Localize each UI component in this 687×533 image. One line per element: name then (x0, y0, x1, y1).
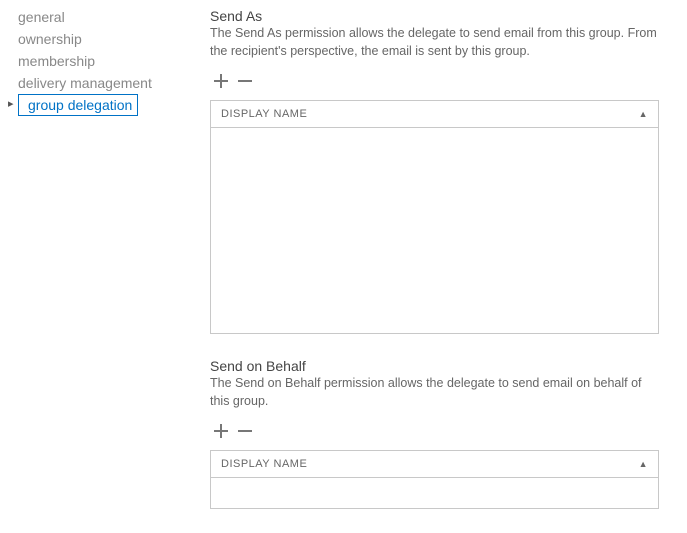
list-body-send-as[interactable] (211, 128, 658, 333)
add-button[interactable] (212, 422, 230, 440)
list-box-send-on-behalf: DISPLAY NAME ▲ (210, 450, 659, 509)
section-desc-send-on-behalf: The Send on Behalf permission allows the… (210, 375, 659, 410)
add-button[interactable] (212, 72, 230, 90)
remove-button[interactable] (236, 72, 254, 90)
column-header-label: DISPLAY NAME (221, 458, 307, 470)
toolbar-send-as (210, 70, 659, 100)
nav-item-ownership[interactable]: ownership (8, 28, 178, 50)
nav-item-group-delegation[interactable]: group delegation (18, 94, 138, 116)
column-header-label: DISPLAY NAME (221, 108, 307, 120)
list-box-send-as: DISPLAY NAME ▲ (210, 100, 659, 334)
sidebar: general ownership membership delivery ma… (8, 4, 178, 533)
toolbar-send-on-behalf (210, 420, 659, 450)
section-title-send-on-behalf: Send on Behalf (210, 358, 659, 374)
main-content: Send As The Send As permission allows th… (178, 4, 687, 533)
plus-icon (214, 424, 228, 438)
list-header-send-on-behalf[interactable]: DISPLAY NAME ▲ (211, 451, 658, 478)
sort-asc-icon: ▲ (639, 459, 648, 469)
nav-item-delivery-management[interactable]: delivery management (8, 72, 178, 94)
section-title-send-as: Send As (210, 8, 659, 24)
plus-icon (214, 74, 228, 88)
list-body-send-on-behalf[interactable] (211, 478, 658, 508)
minus-icon (238, 74, 252, 88)
section-send-as: Send As The Send As permission allows th… (210, 8, 659, 334)
minus-icon (238, 424, 252, 438)
section-send-on-behalf: Send on Behalf The Send on Behalf permis… (210, 358, 659, 509)
nav-item-general[interactable]: general (8, 6, 178, 28)
sort-asc-icon: ▲ (639, 109, 648, 119)
nav-item-membership[interactable]: membership (8, 50, 178, 72)
remove-button[interactable] (236, 422, 254, 440)
list-header-send-as[interactable]: DISPLAY NAME ▲ (211, 101, 658, 128)
section-desc-send-as: The Send As permission allows the delega… (210, 25, 659, 60)
